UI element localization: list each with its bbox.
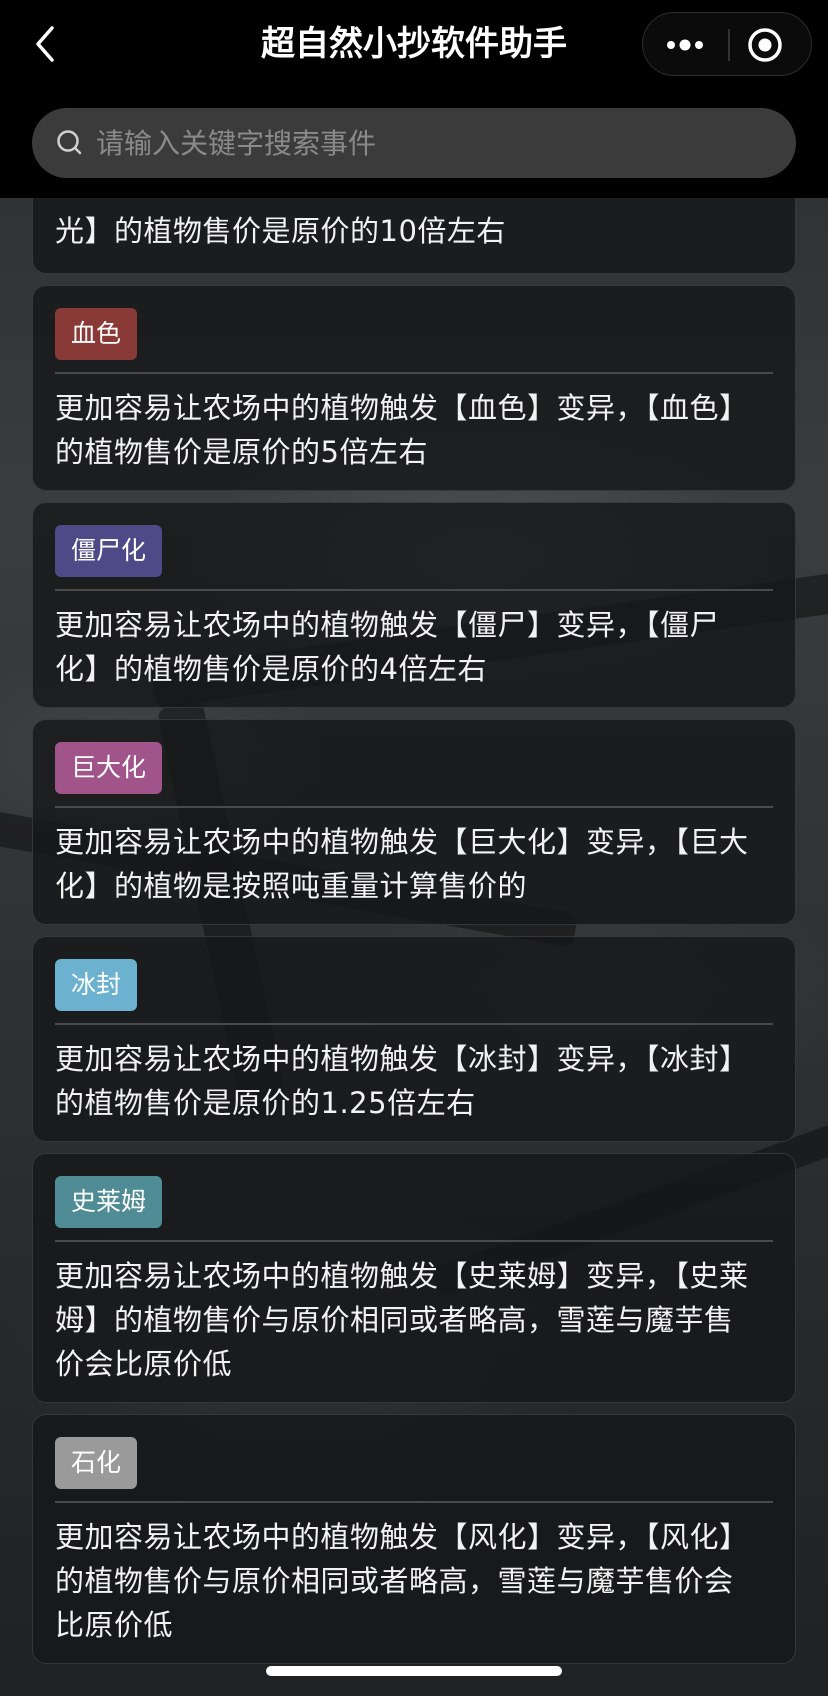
home-indicator[interactable] (266, 1666, 562, 1676)
event-description: 光】的植物售价是原价的10倍左右 (55, 214, 506, 248)
event-tag: 石化 (55, 1437, 138, 1489)
event-card[interactable]: 巨大化 更加容易让农场中的植物触发【巨大化】变异，【巨大化】的植物是按照吨重量计… (32, 719, 796, 925)
card-divider (55, 372, 773, 374)
card-divider (55, 1501, 773, 1503)
event-card[interactable]: 血色 更加容易让农场中的植物触发【血色】变异，【血色】的植物售价是原价的5倍左右 (32, 285, 796, 491)
event-tag: 血色 (55, 308, 138, 360)
close-mini-program-icon[interactable] (745, 25, 785, 65)
event-card[interactable]: 石化 更加容易让农场中的植物触发【风化】变异，【风化】的植物售价与原价相同或者略… (32, 1414, 796, 1664)
card-divider (55, 1240, 773, 1242)
card-divider (55, 806, 773, 808)
event-tag: 巨大化 (55, 742, 163, 794)
search-input[interactable] (90, 108, 776, 178)
capsule-divider (728, 29, 730, 61)
event-description: 更加容易让农场中的植物触发【史莱姆】变异，【史莱姆】的植物售价与原价相同或者略高… (55, 1259, 749, 1381)
mini-program-capsule (642, 12, 812, 76)
search-icon (52, 125, 88, 161)
event-card[interactable]: 僵尸化 更加容易让农场中的植物触发【僵尸】变异，【僵尸化】的植物售价是原价的4倍… (32, 502, 796, 708)
app-page: 光】的植物售价是原价的10倍左右 血色 更加容易让农场中的植物触发【血色】变异，… (0, 0, 828, 1696)
event-tag: 史莱姆 (55, 1176, 163, 1228)
event-description: 更加容易让农场中的植物触发【冰封】变异，【冰封】的植物售价是原价的1.25倍左右 (55, 1042, 749, 1120)
navigation-bar: 超自然小抄软件助手 (0, 0, 828, 90)
event-card[interactable]: 冰封 更加容易让农场中的植物触发【冰封】变异，【冰封】的植物售价是原价的1.25… (32, 936, 796, 1142)
card-divider (55, 1023, 773, 1025)
event-card[interactable]: 史莱姆 更加容易让农场中的植物触发【史莱姆】变异，【史莱姆】的植物售价与原价相同… (32, 1153, 796, 1403)
card-divider (55, 589, 773, 591)
event-description: 更加容易让农场中的植物触发【巨大化】变异，【巨大化】的植物是按照吨重量计算售价的 (55, 825, 749, 903)
top-bar: 超自然小抄软件助手 (0, 0, 828, 198)
event-description: 更加容易让农场中的植物触发【风化】变异，【风化】的植物售价与原价相同或者略高，雪… (55, 1520, 749, 1642)
event-description: 更加容易让农场中的植物触发【僵尸】变异，【僵尸化】的植物售价是原价的4倍左右 (55, 608, 720, 686)
event-tag: 冰封 (55, 959, 138, 1011)
event-description: 更加容易让农场中的植物触发【血色】变异，【血色】的植物售价是原价的5倍左右 (55, 391, 749, 469)
event-tag: 僵尸化 (55, 525, 163, 577)
search-bar[interactable] (32, 108, 796, 178)
more-options-icon[interactable] (663, 29, 711, 61)
